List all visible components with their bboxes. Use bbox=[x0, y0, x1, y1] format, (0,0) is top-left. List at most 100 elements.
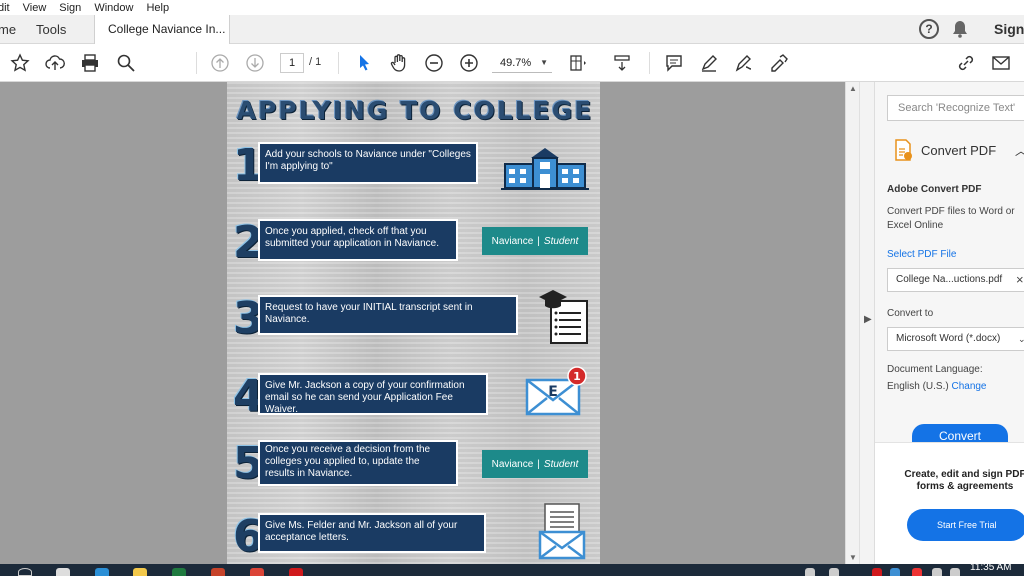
taskbar: 11:35 AM bbox=[0, 562, 1024, 576]
tray-icon[interactable] bbox=[872, 568, 882, 576]
cloud-upload-icon[interactable] bbox=[44, 52, 66, 74]
page-up-icon[interactable] bbox=[209, 52, 231, 74]
taskbar-clock[interactable]: 11:35 AM bbox=[970, 562, 1012, 573]
scroll-up-icon[interactable]: ▲ bbox=[849, 84, 857, 93]
search-tools-input[interactable]: Search 'Recognize Text' bbox=[887, 95, 1024, 121]
convert-format-value: Microsoft Word (*.docx) bbox=[896, 333, 1001, 344]
step-1: 1 Add your schools to Naviance under "Co… bbox=[227, 141, 600, 201]
help-icon[interactable]: ? bbox=[919, 19, 939, 39]
fill-sign-icon[interactable] bbox=[768, 52, 790, 74]
network-icon[interactable] bbox=[932, 568, 942, 576]
start-free-trial-button[interactable]: Start Free Trial bbox=[907, 509, 1024, 541]
chevron-right-icon: ▶ bbox=[864, 314, 872, 325]
selected-file-name: College Na...uctions.pdf bbox=[896, 274, 1003, 285]
link-tool-icon[interactable] bbox=[955, 52, 977, 74]
page-total: / 1 bbox=[309, 56, 322, 68]
menu-bar: dit View Sign Window Help bbox=[0, 0, 1024, 15]
menu-view[interactable]: View bbox=[23, 2, 47, 14]
doc-language-value: English (U.S.) bbox=[887, 381, 949, 392]
promo-text: Create, edit and sign PDF forms & agreem… bbox=[904, 469, 1024, 492]
acrobat-icon[interactable] bbox=[289, 568, 303, 576]
document-viewer[interactable]: APPLYING TO COLLEGE 1 Add your schools t… bbox=[0, 82, 859, 564]
star-icon[interactable] bbox=[9, 52, 31, 74]
tools-side-panel: Search 'Recognize Text' Convert PDF ︿ Ad… bbox=[875, 82, 1024, 564]
naviance-name: Naviance bbox=[491, 235, 534, 247]
menu-edit[interactable]: dit bbox=[0, 2, 10, 14]
select-file-link[interactable]: Select PDF File bbox=[887, 249, 956, 260]
svg-text:1: 1 bbox=[573, 370, 581, 383]
step-4: 4 Give Mr. Jackson a copy of your confir… bbox=[227, 366, 600, 432]
bell-icon[interactable] bbox=[952, 20, 968, 38]
convert-pdf-header[interactable]: Convert PDF ︿ bbox=[875, 130, 1024, 170]
sign-in-link[interactable]: Sign bbox=[994, 15, 1024, 44]
step-text: Give Mr. Jackson a copy of your confirma… bbox=[258, 373, 488, 415]
selected-file-field[interactable]: College Na...uctions.pdf × bbox=[887, 268, 1024, 292]
close-icon[interactable]: × bbox=[1016, 269, 1024, 291]
tab-home[interactable]: me bbox=[0, 15, 16, 44]
convert-pdf-icon bbox=[895, 139, 912, 161]
convert-heading: Adobe Convert PDF bbox=[887, 184, 982, 195]
pdf-title: APPLYING TO COLLEGE bbox=[236, 96, 594, 125]
zoom-in-icon[interactable] bbox=[458, 52, 480, 74]
chevron-up-icon[interactable]: ︿ bbox=[1015, 142, 1024, 159]
tray-icon[interactable] bbox=[912, 568, 922, 576]
convert-to-label: Convert to bbox=[887, 308, 934, 319]
vertical-scrollbar[interactable]: ▲ ▼ bbox=[845, 82, 859, 564]
email-notification-icon: E1 bbox=[523, 366, 587, 418]
fit-page-icon[interactable] bbox=[567, 52, 589, 74]
excel-icon[interactable] bbox=[172, 568, 186, 576]
step-text: Once you receive a decision from the col… bbox=[258, 440, 458, 486]
hand-tool-icon[interactable] bbox=[388, 52, 410, 74]
powerpoint-icon[interactable] bbox=[211, 568, 225, 576]
zoom-out-icon[interactable] bbox=[423, 52, 445, 74]
naviance-logo: Naviance | Student bbox=[482, 450, 588, 478]
panel-collapse-handle[interactable]: ▶ bbox=[859, 82, 875, 564]
step-text: Give Ms. Felder and Mr. Jackson all of y… bbox=[258, 513, 486, 553]
chevron-down-icon: ⌄ bbox=[1018, 334, 1024, 344]
mail-icon[interactable] bbox=[990, 52, 1012, 74]
volume-icon[interactable] bbox=[950, 568, 960, 576]
tray-icon[interactable] bbox=[829, 568, 839, 576]
step-text: Once you applied, check off that you sub… bbox=[258, 219, 458, 261]
tab-tools[interactable]: Tools bbox=[36, 15, 66, 44]
print-icon[interactable] bbox=[79, 52, 101, 74]
tab-document[interactable]: College Naviance In... bbox=[94, 15, 230, 44]
menu-window[interactable]: Window bbox=[94, 2, 133, 14]
select-cursor-icon[interactable] bbox=[353, 52, 375, 74]
scroll-down-icon[interactable]: ▼ bbox=[849, 553, 857, 562]
search-icon[interactable] bbox=[115, 52, 137, 74]
page-number-input[interactable]: 1 bbox=[280, 53, 304, 73]
highlight-pen-icon[interactable] bbox=[698, 52, 720, 74]
step-3: 3 Request to have your INITIAL transcrip… bbox=[227, 290, 600, 354]
school-building-icon bbox=[501, 144, 589, 190]
draw-icon[interactable] bbox=[733, 52, 755, 74]
task-view-icon[interactable] bbox=[56, 568, 70, 576]
convert-pdf-title: Convert PDF bbox=[921, 142, 997, 158]
convert-description: Convert PDF files to Word or Excel Onlin… bbox=[887, 206, 1015, 231]
chevron-down-icon: ▼ bbox=[540, 58, 548, 67]
naviance-logo: Naviance | Student bbox=[482, 227, 588, 255]
toolbar: 1 / 1 49.7% ▼ bbox=[0, 44, 1024, 82]
search-icon[interactable] bbox=[18, 568, 32, 576]
graduation-checklist-icon bbox=[537, 287, 591, 345]
comment-icon[interactable] bbox=[663, 52, 685, 74]
scroll-mode-icon[interactable] bbox=[611, 52, 633, 74]
step-2: 2 Once you applied, check off that you s… bbox=[227, 218, 600, 278]
naviance-sub: Student bbox=[543, 235, 579, 247]
doc-language-label: Document Language: bbox=[887, 364, 983, 375]
zoom-select[interactable]: 49.7% ▼ bbox=[492, 53, 552, 73]
naviance-sub: Student bbox=[543, 458, 579, 470]
change-language-link[interactable]: Change bbox=[951, 381, 986, 392]
step-text: Request to have your INITIAL transcript … bbox=[258, 295, 518, 335]
convert-format-select[interactable]: Microsoft Word (*.docx) ⌄ bbox=[887, 327, 1024, 351]
menu-sign[interactable]: Sign bbox=[59, 2, 81, 14]
page-down-icon[interactable] bbox=[244, 52, 266, 74]
edge-icon[interactable] bbox=[95, 568, 109, 576]
chrome-icon[interactable] bbox=[250, 568, 264, 576]
step-6: 6 Give Ms. Felder and Mr. Jackson all of… bbox=[227, 503, 600, 564]
tray-icon[interactable] bbox=[890, 568, 900, 576]
tray-icon[interactable] bbox=[805, 568, 815, 576]
svg-text:E: E bbox=[548, 384, 558, 400]
menu-help[interactable]: Help bbox=[146, 2, 169, 14]
file-explorer-icon[interactable] bbox=[133, 568, 147, 576]
